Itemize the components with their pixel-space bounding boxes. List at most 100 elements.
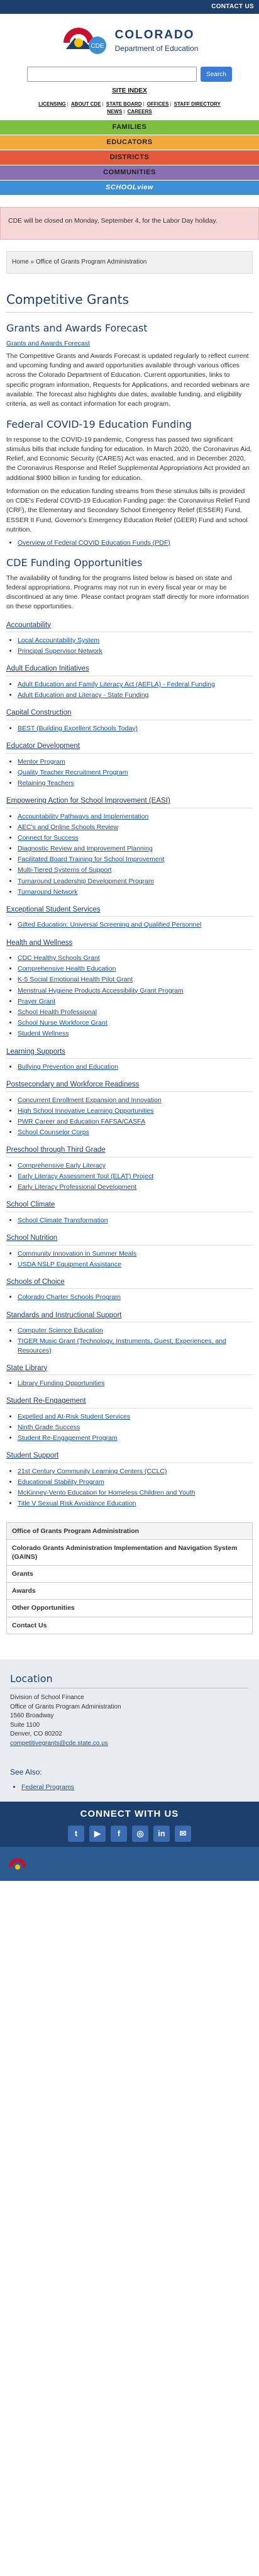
breadcrumb-home[interactable]: Home <box>12 259 29 265</box>
instagram-icon[interactable]: ◎ <box>132 1826 148 1843</box>
category-title[interactable]: Student Re-Engagement <box>6 1397 86 1405</box>
forecast-link[interactable]: Grants and Awards Forecast <box>6 340 90 347</box>
section-nav-item[interactable]: Awards <box>7 1583 252 1600</box>
facebook-icon[interactable]: f <box>111 1826 127 1843</box>
linkedin-icon[interactable]: in <box>153 1826 170 1843</box>
grant-link[interactable]: Student Re-Engagement Program <box>18 1434 118 1442</box>
category-title[interactable]: Student Support <box>6 1452 58 1459</box>
search-button[interactable]: Search <box>201 67 232 82</box>
nav-communities[interactable]: COMMUNITIES <box>0 165 259 181</box>
grant-link[interactable]: Concurrent Enrollment Expansion and Inno… <box>18 1096 162 1104</box>
grant-link[interactable]: Accountability Pathways and Implementati… <box>18 813 148 820</box>
category-title[interactable]: State Library <box>6 1364 47 1372</box>
grant-link[interactable]: Connect for Success <box>18 834 79 842</box>
grant-link[interactable]: Adult Education and Family Literacy Act … <box>18 681 215 688</box>
grant-link[interactable]: TIGER Music Grant (Technology, Instrumen… <box>18 1337 226 1354</box>
grant-link[interactable]: Bullying Prevention and Education <box>18 1063 118 1071</box>
grant-link[interactable]: Turnaround Leadership Development Progra… <box>18 878 154 885</box>
category-title[interactable]: Health and Wellness <box>6 939 72 947</box>
contact-us-link[interactable]: CONTACT US <box>211 3 254 11</box>
search-input[interactable] <box>27 67 197 82</box>
category-heading: Preschool through Third Grade <box>6 1146 253 1157</box>
grant-link[interactable]: Educational Stability Program <box>18 1478 104 1486</box>
category-title[interactable]: School Nutrition <box>6 1234 57 1242</box>
nav-schoolview[interactable]: SCHOOLview <box>0 181 259 196</box>
grant-link[interactable]: Quality Teacher Recruitment Program <box>18 769 128 776</box>
category-title[interactable]: Preschool through Third Grade <box>6 1146 106 1154</box>
category-title[interactable]: Empowering Action for School Improvement… <box>6 797 170 805</box>
section-nav-item[interactable]: Office of Grants Program Administration <box>7 1522 252 1540</box>
grant-link[interactable]: AEC's and Online Schools Review <box>18 823 118 831</box>
grant-link[interactable]: Adult Education and Literacy - State Fun… <box>18 691 148 699</box>
grant-link[interactable]: Multi-Tiered Systems of Support <box>18 866 112 874</box>
grant-link[interactable]: School Health Professional <box>18 1008 97 1016</box>
category-title[interactable]: Accountability <box>6 622 51 629</box>
grant-link[interactable]: Retaining Teachers <box>18 779 74 787</box>
colorado-logo[interactable]: CDE <box>61 24 111 57</box>
grant-link[interactable]: Principal Supervisor Network <box>18 647 102 655</box>
category-title[interactable]: Standards and Instructional Support <box>6 1312 121 1319</box>
careers-link[interactable]: CAREERS <box>128 109 152 114</box>
grant-link[interactable]: Colorado Charter Schools Program <box>18 1293 121 1301</box>
category-title[interactable]: Learning Supports <box>6 1048 65 1056</box>
grant-link[interactable]: Comprehensive Health Education <box>18 965 116 973</box>
twitter-icon[interactable]: t <box>68 1826 84 1843</box>
nav-families[interactable]: FAMILIES <box>0 120 259 136</box>
category-title[interactable]: Capital Construction <box>6 709 72 716</box>
grant-link[interactable]: Computer Science Education <box>18 1327 103 1334</box>
grant-link[interactable]: USDA NSLP Equipment Assistance <box>18 1261 121 1268</box>
grant-link[interactable]: Prayer Grant <box>18 998 55 1005</box>
category-title[interactable]: Postsecondary and Workforce Readiness <box>6 1081 139 1088</box>
grant-link[interactable]: McKinney-Vento Education for Homeless Ch… <box>18 1489 196 1497</box>
category-title[interactable]: Schools of Choice <box>6 1278 65 1286</box>
section-nav-item[interactable]: Grants <box>7 1566 252 1583</box>
grant-link[interactable]: Turnaround Network <box>18 888 77 896</box>
grant-link[interactable]: Community Innovation in Summer Meals <box>18 1250 136 1257</box>
grant-link[interactable]: School Counselor Corps <box>18 1129 89 1136</box>
category-title[interactable]: School Climate <box>6 1201 55 1208</box>
staff-directory-link[interactable]: STAFF DIRECTORY <box>174 101 221 107</box>
grant-link[interactable]: Gifted Education: Universal Screening an… <box>18 921 201 928</box>
category-title[interactable]: Adult Education Initiatives <box>6 665 89 672</box>
grant-link[interactable]: Ninth Grade Success <box>18 1424 80 1431</box>
grant-link[interactable]: Diagnostic Review and Improvement Planni… <box>18 845 153 852</box>
grant-link[interactable]: CDC Healthy Schools Grant <box>18 954 100 962</box>
site-index-link[interactable]: SITE INDEX <box>112 87 147 94</box>
grant-link[interactable]: High School Innovative Learning Opportun… <box>18 1107 154 1115</box>
grant-link[interactable]: Early Literacy Assessment Tool (ELAT) Pr… <box>18 1173 153 1180</box>
grant-link[interactable]: Mentor Program <box>18 758 65 766</box>
grant-link[interactable]: 21st Century Community Learning Centers … <box>18 1468 167 1475</box>
grant-link[interactable]: Expelled and At-Risk Student Services <box>18 1413 130 1420</box>
category-title[interactable]: Educator Development <box>6 742 80 750</box>
section-nav-item[interactable]: Other Opportunities <box>7 1600 252 1617</box>
section-nav-item[interactable]: Colorado Grants Administration Implement… <box>7 1540 252 1566</box>
grant-link[interactable]: Menstrual Hygiene Products Accessibility… <box>18 987 184 995</box>
news-link[interactable]: NEWS <box>107 109 122 114</box>
category-title[interactable]: Exceptional Student Services <box>6 906 101 913</box>
state-board-link[interactable]: STATE BOARD <box>106 101 142 107</box>
grant-link[interactable]: School Climate Transformation <box>18 1217 108 1224</box>
cde-news-icon[interactable]: ✉ <box>175 1826 191 1843</box>
federal-programs-link[interactable]: Federal Programs <box>21 1783 74 1791</box>
breadcrumb-current[interactable]: Office of Grants Program Administration <box>36 259 147 265</box>
nav-educators[interactable]: EDUCATORS <box>0 135 259 151</box>
grant-link[interactable]: Title V Sexual Risk Avoidance Education <box>18 1500 136 1507</box>
grant-link[interactable]: Comprehensive Early Literacy <box>18 1162 106 1169</box>
grant-link[interactable]: Facilitated Board Training for School Im… <box>18 856 164 863</box>
email-link[interactable]: competitivegrants@cde.state.co.us <box>10 1740 108 1747</box>
nav-districts[interactable]: DISTRICTS <box>0 150 259 166</box>
grant-link[interactable]: Early Literacy Professional Development <box>18 1183 136 1191</box>
grant-link[interactable]: BEST (Building Excellent Schools Today) <box>18 725 138 732</box>
licensing-link[interactable]: LICENSING <box>38 101 66 107</box>
offices-link[interactable]: OFFICES <box>147 101 169 107</box>
grant-link[interactable]: Local Accountability System <box>18 637 99 644</box>
section-nav-item[interactable]: Contact Us <box>7 1617 252 1634</box>
grant-link[interactable]: Library Funding Opportunities <box>18 1380 104 1387</box>
about-cde-link[interactable]: ABOUT CDE <box>71 101 101 107</box>
youtube-icon[interactable]: ▶ <box>89 1826 106 1843</box>
grant-link[interactable]: Student Wellness <box>18 1030 69 1037</box>
grant-link[interactable]: School Nurse Workforce Grant <box>18 1019 107 1027</box>
covid-overview-link[interactable]: Overview of Federal COVID Education Fund… <box>18 539 170 547</box>
grant-link[interactable]: K-5 Social Emotional Health Pilot Grant <box>18 976 133 983</box>
grant-link[interactable]: PWR Career and Education FAFSA/CASFA <box>18 1118 145 1125</box>
